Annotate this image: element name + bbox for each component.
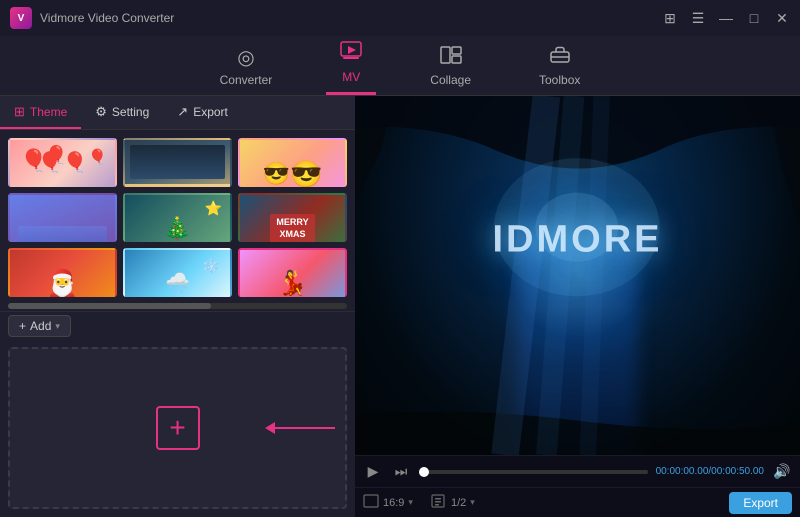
page-select[interactable]: 1/2 ▾ [431, 494, 475, 511]
add-media-plus-button[interactable]: + [156, 406, 200, 450]
collage-icon [440, 46, 462, 70]
theme-simple[interactable]: Simple [8, 193, 117, 242]
maximize-button[interactable]: □ [746, 10, 762, 26]
minimize-button[interactable]: — [718, 10, 734, 26]
export-icon: ↗ [177, 104, 188, 120]
nav-label-converter: Converter [220, 73, 273, 87]
add-button[interactable]: + Add ▾ [8, 315, 71, 337]
theme-happy[interactable]: 😎 Happy [238, 138, 347, 187]
tab-export-label: Export [193, 105, 228, 119]
title-bar-left: V Vidmore Video Converter [10, 7, 174, 29]
theme-merry-christmas[interactable]: MERRYXMAS Merry Christmas [238, 193, 347, 242]
ratio-icon [363, 494, 379, 511]
mv-icon [340, 39, 362, 67]
theme-chic[interactable]: 🎈 🎈 🎈 Chic [8, 138, 117, 187]
theme-stripes-waves[interactable]: 💃 Stripes & Waves [238, 248, 347, 297]
add-plus-icon: + [19, 319, 26, 333]
theme-grid: 🎈 🎈 🎈 Chic Neat [0, 130, 355, 301]
preview-area: IDMORE [355, 96, 800, 455]
nav-label-collage: Collage [430, 73, 471, 87]
theme-christmas-eve-thumb: 🎄 ⭐ [125, 195, 230, 242]
export-button[interactable]: Export [729, 492, 792, 514]
page-value: 1/2 [451, 497, 466, 509]
aspect-ratio-select[interactable]: 16:9 ▾ [363, 494, 413, 511]
app-title: Vidmore Video Converter [40, 11, 174, 25]
theme-simple-thumb [10, 195, 115, 242]
theme-christmas-eve[interactable]: 🎄 ⭐ Christmas Eve [123, 193, 232, 242]
player-controls: ▶ ⏭ 00:00:00.00/00:00:50.00 🔊 [355, 455, 800, 487]
content-area: ⊞ Theme ⚙ Setting ↗ Export 🎈 🎈 🎈 [0, 96, 800, 517]
theme-snowy-night-thumb: 🌨️ ❄️ [125, 250, 230, 297]
tab-theme-label: Theme [30, 105, 67, 119]
close-button[interactable]: ✕ [774, 10, 790, 26]
next-button[interactable]: ⏭ [391, 462, 411, 482]
toolbox-icon [549, 44, 571, 70]
bottom-controls: 16:9 ▾ 1/2 ▾ Export [355, 487, 800, 517]
add-media-area[interactable]: + [8, 347, 347, 510]
page-icon [431, 494, 447, 511]
nav-item-toolbox[interactable]: Toolbox [525, 38, 594, 95]
nav-item-converter[interactable]: ◎ Converter [206, 39, 287, 95]
right-panel: IDMORE ▶ ⏭ 00:00:00.00/00:00:50.00 🔊 16:… [355, 96, 800, 517]
window-controls[interactable]: ⊞ ☰ — □ ✕ [662, 10, 790, 26]
title-bar: V Vidmore Video Converter ⊞ ☰ — □ ✕ [0, 0, 800, 36]
volume-button[interactable]: 🔊 [772, 462, 792, 482]
progress-bar[interactable] [419, 470, 648, 474]
tab-setting[interactable]: ⚙ Setting [81, 96, 163, 129]
theme-santa-claus-thumb: 🎅 [10, 250, 115, 297]
app-logo: V [10, 7, 32, 29]
preview-title-text: IDMORE [493, 218, 663, 261]
ratio-value: 16:9 [383, 497, 404, 509]
arrow-line [275, 427, 335, 429]
arrow-head-icon [265, 422, 275, 434]
progress-handle[interactable] [419, 467, 429, 477]
add-label: Add [30, 319, 51, 333]
nav-bar: ◎ Converter MV Collage [0, 36, 800, 96]
converter-icon: ◎ [237, 45, 254, 70]
add-chevron-icon: ▾ [55, 321, 60, 332]
nav-label-toolbox: Toolbox [539, 73, 580, 87]
menu-icon[interactable]: ☰ [690, 10, 706, 26]
tab-setting-label: Setting [112, 105, 149, 119]
theme-merry-christmas-thumb: MERRYXMAS [240, 195, 345, 242]
nav-item-collage[interactable]: Collage [416, 40, 485, 95]
play-button[interactable]: ▶ [363, 462, 383, 482]
time-display: 00:00:00.00/00:00:50.00 [656, 466, 764, 477]
add-bar: + Add ▾ [0, 311, 355, 341]
left-panel: ⊞ Theme ⚙ Setting ↗ Export 🎈 🎈 🎈 [0, 96, 355, 517]
theme-neat-thumb [125, 140, 230, 187]
theme-snowy-night[interactable]: 🌨️ ❄️ Snowy Night [123, 248, 232, 297]
theme-chic-thumb: 🎈 🎈 🎈 [10, 140, 115, 187]
scroll-indicator[interactable] [8, 303, 347, 309]
cave-svg [355, 96, 800, 455]
sub-tabs: ⊞ Theme ⚙ Setting ↗ Export [0, 96, 355, 130]
nav-label-mv: MV [342, 70, 360, 84]
arrow-indicator [267, 422, 335, 434]
nav-item-mv[interactable]: MV [326, 33, 376, 95]
tab-export[interactable]: ↗ Export [163, 96, 242, 129]
ratio-chevron-icon: ▾ [408, 497, 413, 508]
theme-grid-icon: ⊞ [14, 104, 25, 120]
theme-santa-claus[interactable]: 🎅 Santa Claus [8, 248, 117, 297]
page-chevron-icon: ▾ [470, 497, 475, 508]
grid-icon[interactable]: ⊞ [662, 10, 678, 26]
theme-happy-thumb: 😎 [240, 140, 345, 187]
setting-icon: ⚙ [95, 104, 107, 120]
tab-theme[interactable]: ⊞ Theme [0, 96, 81, 129]
theme-stripes-waves-thumb: 💃 [240, 250, 345, 297]
theme-neat[interactable]: Neat [123, 138, 232, 187]
plus-icon: + [169, 412, 185, 444]
